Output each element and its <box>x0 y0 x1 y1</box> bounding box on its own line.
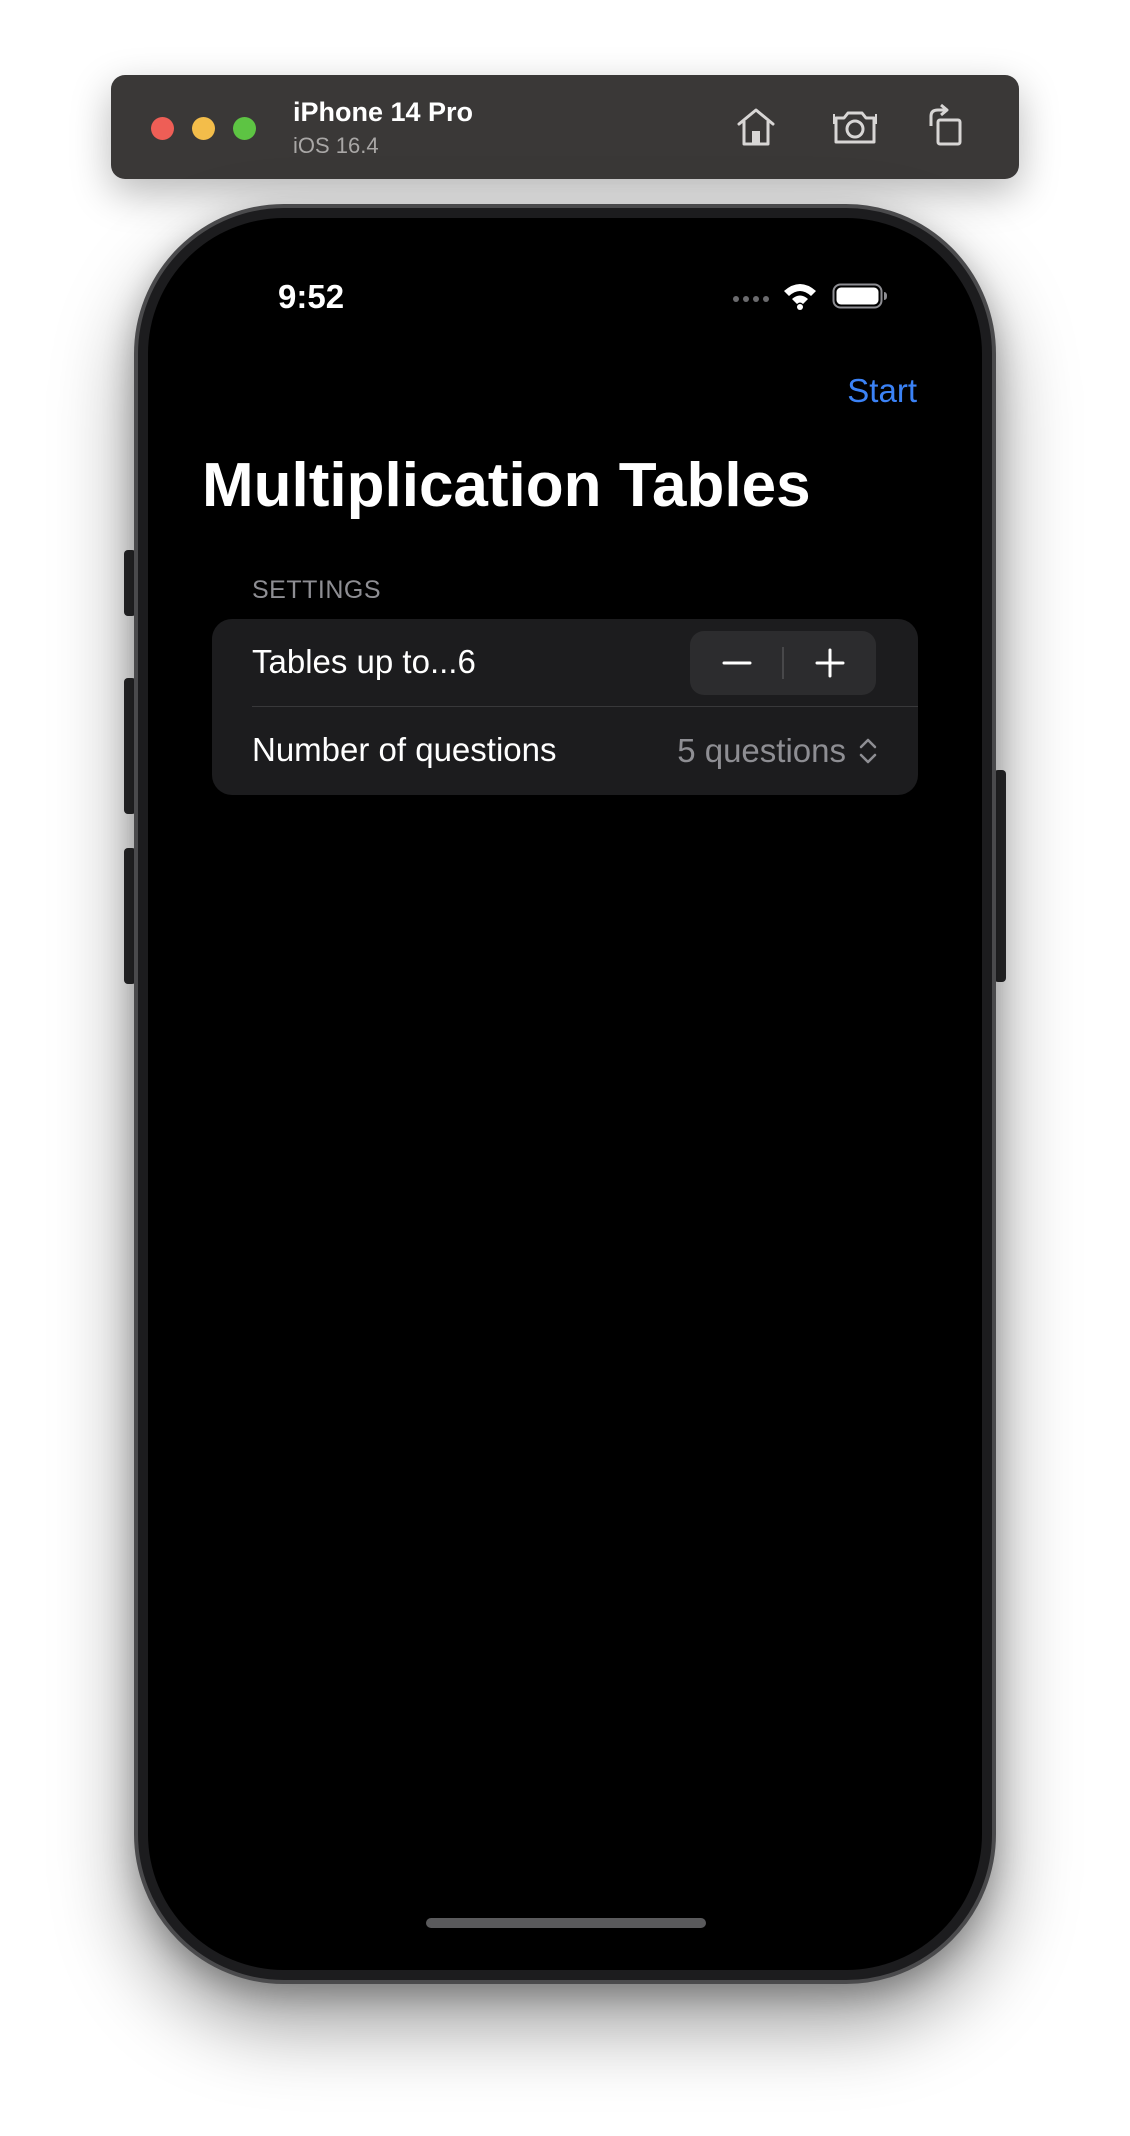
list-item-questions: Number of questions 5 questions <box>212 707 918 795</box>
os-version: iOS 16.4 <box>293 133 379 158</box>
minus-icon <box>722 661 752 665</box>
page-title: Multiplication Tables <box>202 451 811 520</box>
section-header-settings: SETTINGS <box>252 576 382 604</box>
simulator-window: iPhone 14 Pro iOS 16.4 9:52 Start Multip… <box>0 0 1130 2136</box>
rotate-icon <box>929 103 962 146</box>
questions-picker-value: 5 questions <box>677 732 846 769</box>
simulator-toolbar: iPhone 14 Pro iOS 16.4 <box>111 75 1019 179</box>
tables-stepper <box>690 631 876 695</box>
home-indicator[interactable] <box>426 1918 706 1928</box>
signal-icon <box>733 296 769 302</box>
battery-icon <box>832 283 887 309</box>
close-window-button[interactable] <box>151 117 174 140</box>
device-name: iPhone 14 Pro <box>293 97 474 127</box>
rotate-button[interactable] <box>921 102 971 152</box>
status-time: 9:52 <box>278 278 345 315</box>
minimize-window-button[interactable] <box>192 117 215 140</box>
increment-button[interactable] <box>783 631 876 695</box>
home-icon <box>737 108 775 146</box>
zoom-window-button[interactable] <box>233 117 256 140</box>
wifi-icon <box>784 284 816 310</box>
tables-label: Tables up to...6 <box>252 643 476 680</box>
plus-icon <box>815 648 845 678</box>
settings-list: Tables up to...6 Number of questions 5 q… <box>212 619 918 795</box>
questions-picker[interactable]: 5 questions <box>677 731 878 771</box>
chevron-updown-icon <box>859 738 877 764</box>
decrement-button[interactable] <box>690 631 783 695</box>
start-button[interactable]: Start <box>847 372 917 410</box>
questions-label: Number of questions <box>252 731 557 768</box>
screenshot-icon <box>833 111 877 144</box>
screenshot-button[interactable] <box>830 102 880 152</box>
phone-screen: 9:52 Start Multiplication Tables SETTING… <box>148 218 982 1970</box>
home-button[interactable] <box>731 102 781 152</box>
list-item-tables: Tables up to...6 <box>212 619 918 707</box>
